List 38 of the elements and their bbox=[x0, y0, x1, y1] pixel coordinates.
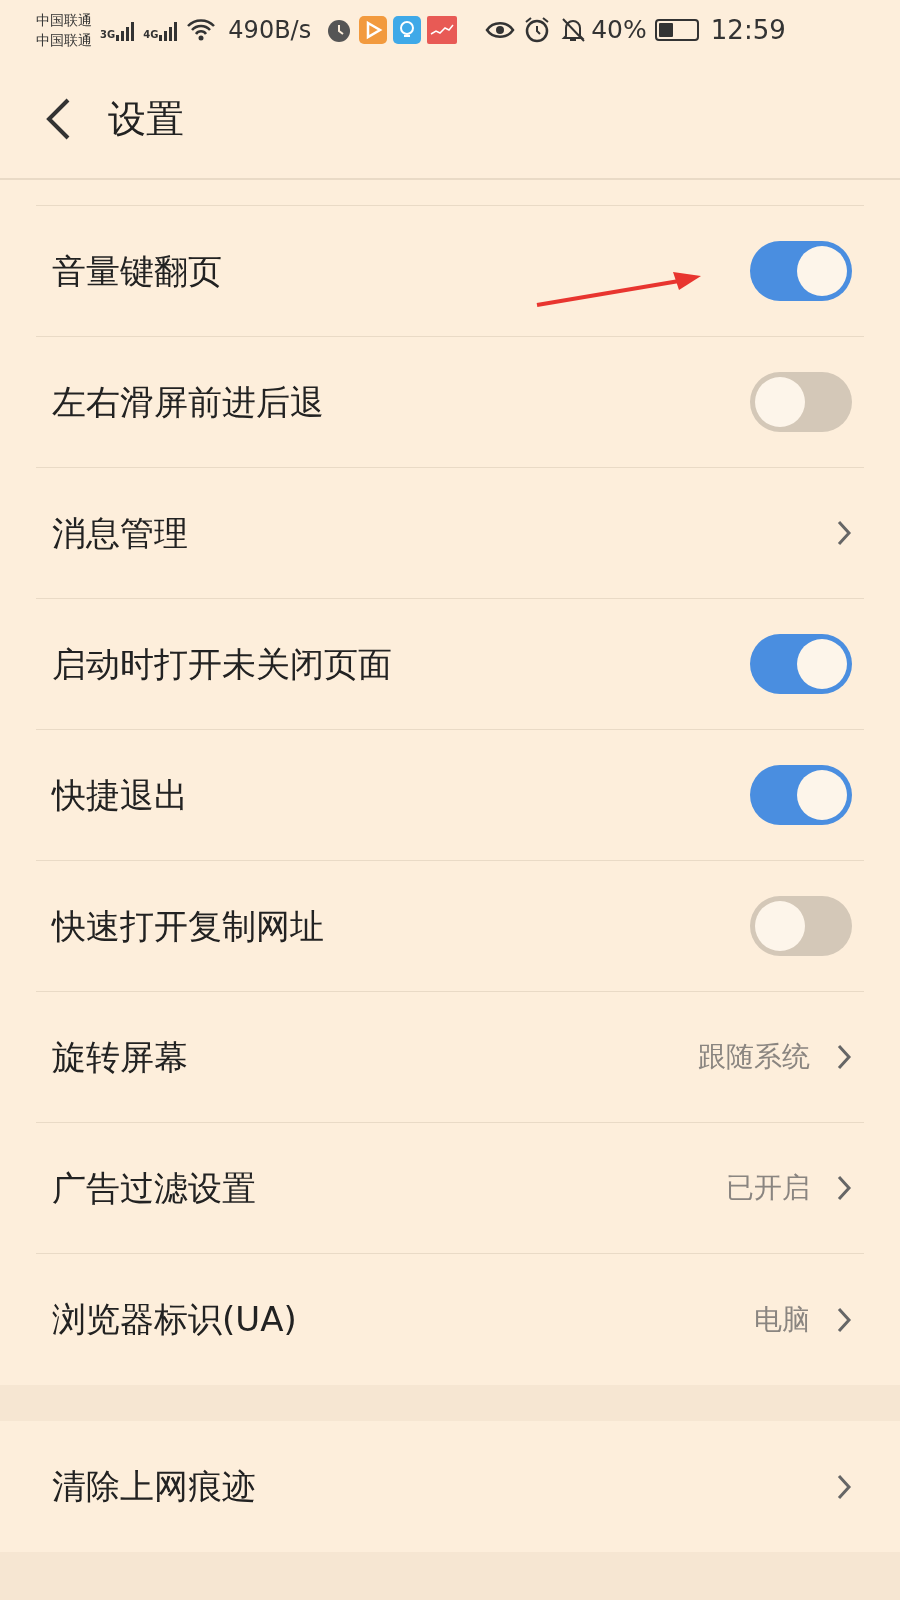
chevron-right-icon bbox=[836, 519, 852, 547]
setting-value: 已开启 bbox=[726, 1170, 810, 1206]
chevron-right-icon bbox=[836, 1472, 852, 1501]
settings-row[interactable]: 音量键翻页 bbox=[36, 206, 864, 337]
network-type-label: 4G bbox=[143, 27, 159, 42]
wifi-icon bbox=[186, 18, 217, 42]
chevron-right-icon bbox=[836, 1305, 852, 1334]
muted-bell-icon bbox=[559, 16, 588, 44]
carrier-label: 中国联通 bbox=[36, 11, 92, 30]
settings-row[interactable]: 广告过滤设置 已开启 bbox=[36, 1123, 864, 1254]
chevron-right-icon bbox=[836, 1043, 852, 1071]
network-type-label: 3G bbox=[100, 27, 116, 42]
lightbulb-app-icon bbox=[393, 16, 422, 44]
toggle-switch[interactable] bbox=[750, 372, 852, 432]
toggle-switch[interactable] bbox=[750, 241, 852, 301]
toggle-switch[interactable] bbox=[750, 765, 852, 825]
settings-row[interactable]: 旋转屏幕 跟随系统 bbox=[36, 992, 864, 1123]
chevron-right-icon bbox=[836, 1174, 852, 1202]
settings-row[interactable]: 左右滑屏前进后退 bbox=[36, 337, 864, 468]
setting-value: 电脑 bbox=[754, 1301, 810, 1338]
settings-row[interactable]: 快捷退出 bbox=[36, 730, 864, 861]
network-speed: 490B/s bbox=[228, 15, 312, 46]
toggle-switch[interactable] bbox=[750, 896, 852, 956]
settings-row[interactable]: 浏览器标识(UA) 电脑 bbox=[36, 1254, 864, 1385]
settings-row[interactable]: 清除上网痕迹 bbox=[36, 1421, 864, 1552]
play-app-icon bbox=[359, 16, 388, 44]
settings-row[interactable]: 启动时打开未关闭页面 bbox=[36, 599, 864, 730]
toggle-switch[interactable] bbox=[750, 634, 852, 694]
battery-percent: 40% bbox=[591, 14, 647, 47]
battery-icon bbox=[654, 19, 699, 41]
page-title: 设置 bbox=[108, 95, 184, 143]
clock-time: 12:59 bbox=[710, 13, 786, 47]
chart-app-icon bbox=[427, 16, 458, 44]
setting-value: 跟随系统 bbox=[698, 1039, 810, 1075]
settings-row[interactable]: 快速打开复制网址 bbox=[36, 861, 864, 992]
back-icon[interactable] bbox=[44, 97, 72, 141]
settings-row[interactable]: 消息管理 bbox=[36, 468, 864, 599]
carrier-label: 中国联通 bbox=[36, 31, 92, 50]
